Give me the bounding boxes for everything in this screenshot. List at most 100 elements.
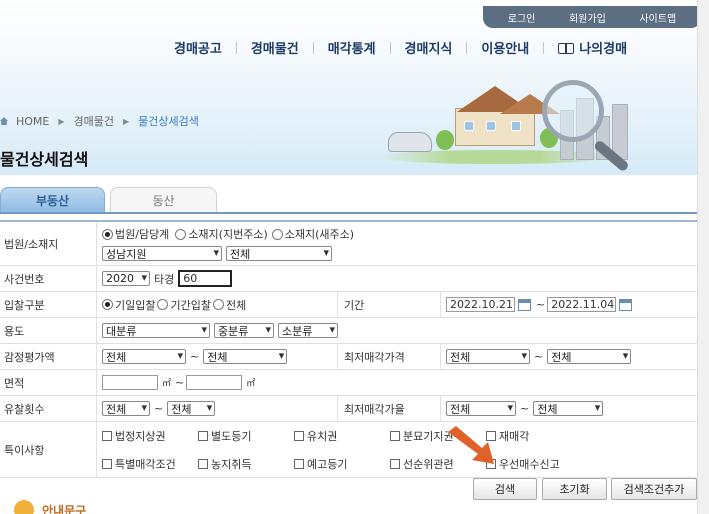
check-farmland[interactable]: 농지취득	[198, 456, 294, 472]
row-special: 특이사항 법정지상권 별도등기 유치권 분묘기지권 재매각 특별매각조건 농지취…	[0, 422, 697, 478]
check-preliminary-registry[interactable]: 예고등기	[294, 456, 390, 472]
min-rate-to-select[interactable]: 전체	[533, 401, 604, 416]
check-separate-registry[interactable]: 별도등기	[198, 428, 294, 444]
label-case-number: 사건번호	[0, 266, 97, 291]
case-year-select[interactable]: 2020	[102, 271, 150, 286]
court-dept-select[interactable]: 전체	[226, 246, 332, 261]
radio-icon	[157, 299, 169, 310]
window-shape	[486, 121, 496, 131]
area-from-input[interactable]	[102, 375, 158, 390]
radio-date-bid-label: 기일입찰	[115, 298, 156, 312]
radio-road-address[interactable]: 소재지(새주소)	[271, 226, 355, 242]
label-bid-type: 입찰구분	[0, 292, 97, 317]
radio-all-bid-label: 전체	[225, 298, 247, 312]
calendar-icon[interactable]	[518, 298, 531, 311]
nav-auction-knowledge[interactable]: 경매지식	[391, 38, 467, 57]
min-rate-from-select[interactable]: 전체	[446, 401, 516, 416]
radio-period-bid[interactable]: 기간입찰	[157, 297, 211, 313]
case-number-controls: 2020 타경 60	[97, 266, 697, 291]
check-legal-superficies[interactable]: 법정지상권	[102, 428, 198, 444]
crumb-home[interactable]: HOME	[16, 115, 49, 128]
min-rate-controls: 전체 ~ 전체	[441, 396, 697, 421]
area-to-input[interactable]	[186, 375, 243, 390]
period-from-input[interactable]: 2022.10.21	[446, 297, 515, 312]
period-tilde: ~	[536, 298, 546, 311]
row-fail-count: 유찰횟수 전체 ~ 전체 최저매각가율 전체 ~ 전체	[0, 396, 697, 422]
checkbox-icon	[390, 430, 400, 441]
appraisal-to-select[interactable]: 전체	[203, 349, 288, 364]
search-button[interactable]: 검색	[473, 478, 537, 500]
page-scrollbar[interactable]	[697, 0, 709, 514]
label-min-rate: 최저매각가율	[337, 396, 441, 421]
search-form: 법원/소재지 법원/담당계 소재지(지번주소) 소재지(새주소) 성남지원 전체…	[0, 220, 697, 478]
header-illustration	[380, 78, 680, 178]
checkbox-icon	[198, 430, 208, 441]
tab-movable-property[interactable]: 동산	[110, 187, 217, 213]
checkbox-icon	[102, 458, 112, 469]
min-price-to-select[interactable]: 전체	[547, 349, 632, 364]
nav-sale-stats[interactable]: 매각통계	[314, 38, 390, 57]
period-to-input[interactable]: 2022.11.04	[547, 297, 617, 312]
court-selects: 성남지원 전체	[102, 246, 336, 261]
location-controls: 법원/담당계 소재지(지번주소) 소재지(새주소) 성남지원 전체	[97, 222, 697, 265]
reset-button[interactable]: 초기화	[542, 478, 607, 500]
check-priority-purchase[interactable]: 우선매수신고	[486, 456, 560, 472]
checkbox-icon	[390, 458, 400, 469]
breadcrumb: HOME ▶ 경매물건 ▶ 물건상세검색	[0, 113, 199, 129]
add-condition-button[interactable]: 검색조건추가	[611, 478, 697, 500]
radio-icon	[175, 228, 187, 240]
area-tilde: ~	[175, 376, 185, 389]
period-controls: 2022.10.21 ~ 2022.11.04	[441, 292, 697, 317]
radio-icon	[271, 228, 283, 240]
guide-section: 안내문구	[14, 500, 86, 514]
min-price-from-select[interactable]: 전체	[446, 349, 530, 364]
tab-underline	[0, 212, 697, 214]
row-case-number: 사건번호 2020 타경 60	[0, 266, 697, 292]
nav-my-auction[interactable]: 나의경매	[544, 38, 641, 57]
crumb-items[interactable]: 경매물건	[74, 113, 114, 129]
main-nav: 경매공고 경매물건 매각통계 경매지식 이용안내 나의경매	[160, 38, 641, 57]
row-bid-type: 입찰구분 기일입찰 기간입찰 전체 기간 2022.10.21 ~ 2022.1…	[0, 292, 697, 318]
nav-auction-items[interactable]: 경매물건	[237, 38, 313, 57]
nav-guide[interactable]: 이용안내	[467, 38, 543, 57]
radio-road-address-label: 소재지(새주소)	[284, 228, 355, 241]
login-link[interactable]: 로그인	[508, 10, 536, 25]
appraisal-controls: 전체 ~ 전체	[97, 344, 337, 369]
fail-to-select[interactable]: 전체	[167, 401, 216, 416]
radio-period-bid-label: 기간입찰	[170, 298, 211, 312]
nav-auction-notice[interactable]: 경매공고	[160, 38, 236, 57]
check-lien[interactable]: 유치권	[294, 428, 390, 444]
sitemap-link[interactable]: 사이트맵	[639, 10, 676, 25]
court-select[interactable]: 성남지원	[102, 246, 222, 261]
radio-date-bid[interactable]: 기일입찰	[102, 297, 155, 313]
label-location: 법원/소재지	[0, 222, 97, 265]
min-price-controls: 전체 ~ 전체	[441, 344, 697, 369]
fail-from-select[interactable]: 전체	[102, 401, 150, 416]
usage-minor-select[interactable]: 소분류	[278, 323, 338, 338]
chevron-right-icon: ▶	[123, 116, 130, 126]
guide-title: 안내문구	[42, 503, 87, 514]
check-special-conditions[interactable]: 특별매각조건	[102, 456, 198, 472]
chevron-right-icon: ▶	[58, 116, 65, 126]
appraisal-from-select[interactable]: 전체	[102, 349, 186, 364]
fail-tilde: ~	[154, 402, 164, 415]
label-min-price: 최저매각가격	[337, 344, 441, 369]
usage-major-select[interactable]: 대분류	[102, 323, 210, 338]
usage-controls: 대분류 중분류 소분류	[97, 318, 697, 343]
label-period: 기간	[337, 292, 441, 317]
calendar-icon[interactable]	[619, 298, 633, 311]
check-separate-registry-label: 별도등기	[211, 429, 252, 443]
label-appraisal: 감정평가액	[0, 344, 97, 369]
radio-all-bid[interactable]: 전체	[212, 297, 247, 313]
usage-middle-select[interactable]: 중분류	[214, 323, 274, 338]
radio-icon	[212, 299, 224, 310]
check-legal-superficies-label: 법정지상권	[115, 429, 166, 443]
signup-link[interactable]: 회원가입	[569, 10, 606, 25]
tab-real-estate[interactable]: 부동산	[0, 187, 105, 213]
case-number-input[interactable]: 60	[178, 270, 233, 287]
book-icon	[558, 43, 575, 54]
radio-court[interactable]: 법원/담당계	[102, 226, 169, 242]
checkbox-icon	[294, 458, 304, 469]
pointer-arrow-icon	[448, 426, 494, 464]
radio-lot-address[interactable]: 소재지(지번주소)	[175, 226, 268, 242]
